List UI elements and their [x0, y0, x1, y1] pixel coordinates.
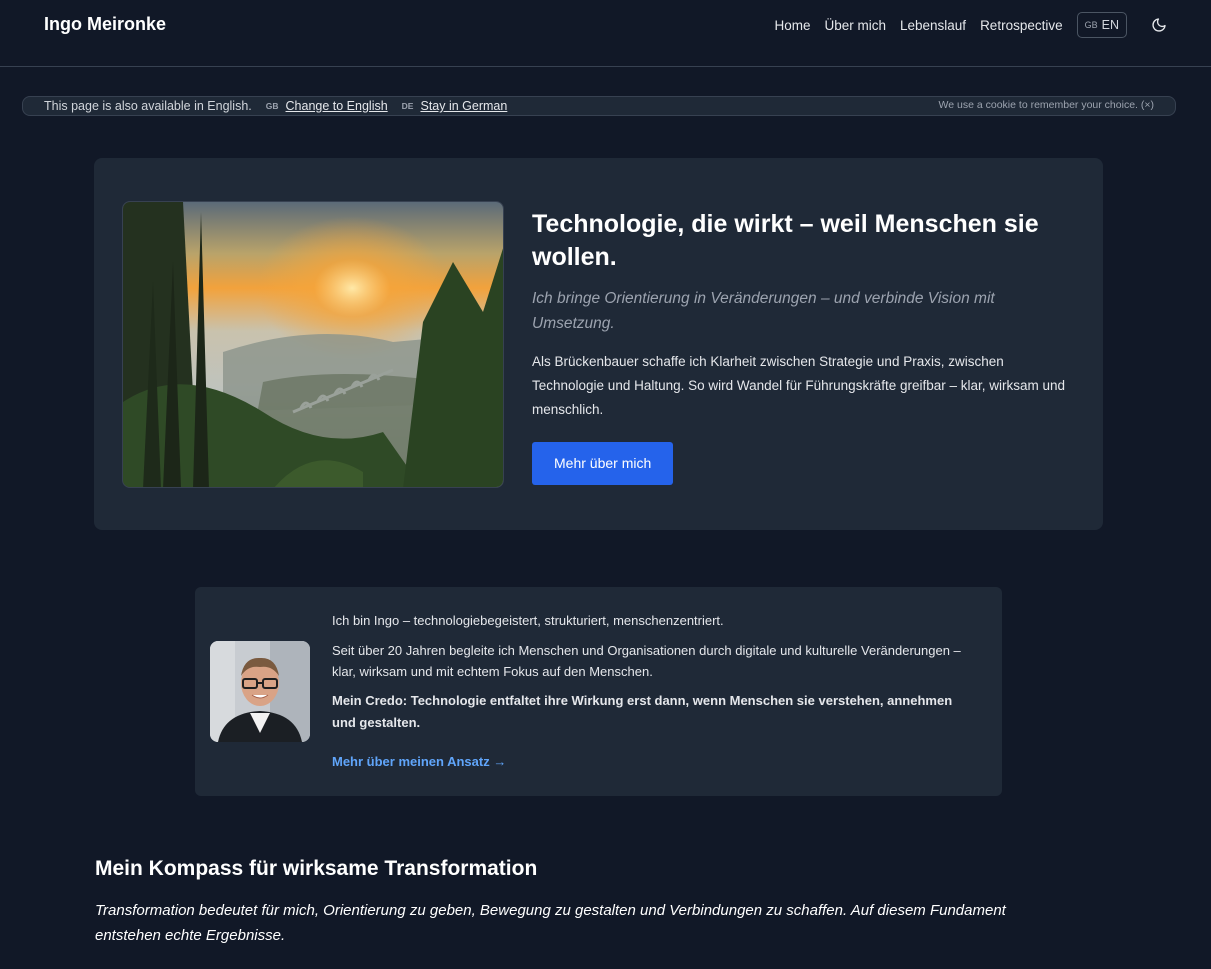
gb-flag-icon: GB: [265, 101, 279, 111]
stay-in-german-link[interactable]: DE Stay in German: [402, 99, 508, 113]
nav-lebenslauf[interactable]: Lebenslauf: [900, 18, 966, 33]
language-banner-message: This page is also available in English.: [44, 99, 252, 113]
gb-flag-icon: GB: [1084, 20, 1098, 30]
compass-body: Transformation bedeutet für mich, Orient…: [95, 902, 1006, 944]
hero-text: Technologie, die wirkt – weil Menschen s…: [532, 208, 1077, 485]
stay-in-german-label: Stay in German: [420, 99, 508, 113]
compass-section: Mein Kompass für wirksame Transformation…: [95, 856, 1075, 948]
top-navigation: Ingo Meironke Home Über mich Lebenslauf …: [0, 0, 1211, 67]
language-switch-button[interactable]: GB EN: [1076, 12, 1127, 38]
nav-ueber-mich[interactable]: Über mich: [824, 18, 886, 33]
hero-body: Als Brückenbauer schaffe ich Klarheit zw…: [532, 354, 1066, 417]
hero-title: Technologie, die wirkt – weil Menschen s…: [532, 210, 1039, 271]
nav-links: Home Über mich Lebenslauf Retrospective …: [774, 12, 1211, 38]
de-flag-icon: DE: [401, 101, 414, 111]
cookie-note-dismiss[interactable]: We use a cookie to remember your choice.…: [939, 99, 1154, 111]
change-to-english-link[interactable]: GB Change to English: [266, 99, 388, 113]
about-text: Ich bin Ingo – technologiebegeistert, st…: [332, 612, 972, 769]
about-intro: Ich bin Ingo – technologiebegeistert, st…: [332, 613, 724, 628]
about-body: Seit über 20 Jahren begleite ich Mensche…: [332, 643, 961, 679]
hero-landscape-image: [122, 201, 504, 488]
portrait-photo: [210, 641, 310, 742]
about-credo: Mein Credo: Technologie entfaltet ihre W…: [332, 693, 953, 730]
more-about-me-button[interactable]: Mehr über mich: [532, 442, 674, 485]
nav-home[interactable]: Home: [774, 18, 810, 33]
hero-card: Technologie, die wirkt – weil Menschen s…: [94, 158, 1103, 530]
theme-toggle-button[interactable]: [1147, 13, 1171, 37]
language-banner: This page is also available in English. …: [22, 96, 1176, 116]
site-brand[interactable]: Ingo Meironke: [44, 14, 166, 35]
change-to-english-label: Change to English: [285, 99, 388, 113]
language-label: EN: [1101, 18, 1119, 32]
approach-link[interactable]: Mehr über meinen Ansatz →: [332, 754, 972, 769]
compass-title: Mein Kompass für wirksame Transformation: [95, 857, 538, 880]
about-card: Ich bin Ingo – technologiebegeistert, st…: [195, 587, 1002, 796]
nav-retrospective[interactable]: Retrospective: [980, 18, 1063, 33]
moon-icon: [1152, 18, 1166, 32]
hero-subtitle: Ich bringe Orientierung in Veränderungen…: [532, 290, 995, 332]
